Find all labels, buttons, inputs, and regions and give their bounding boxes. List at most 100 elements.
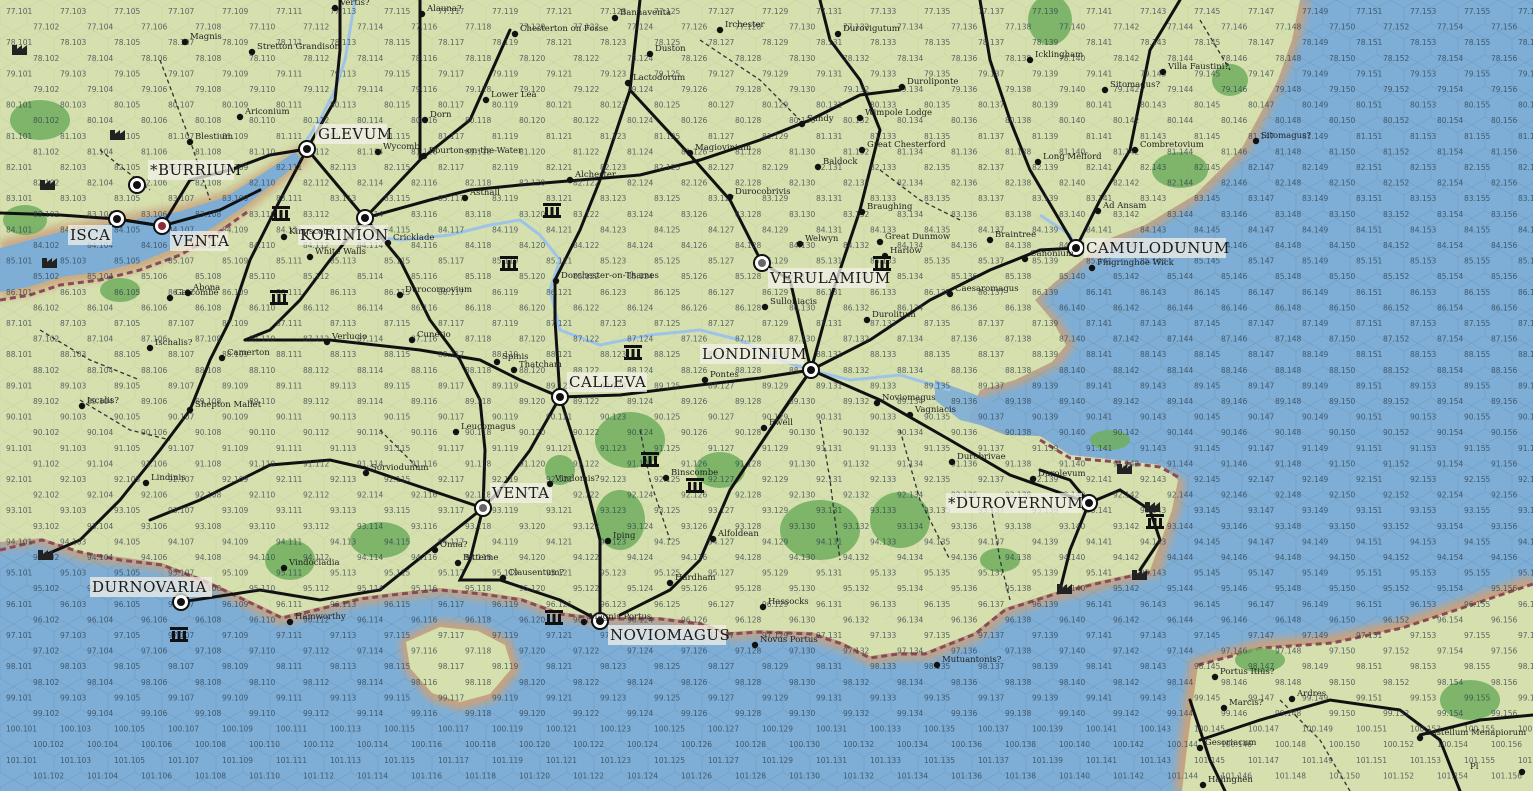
town-dot [511, 30, 519, 38]
town[interactable]: Caesaromagus [946, 284, 1019, 298]
town[interactable]: Camerton [218, 348, 270, 362]
town[interactable]: Bannaventa [611, 8, 671, 22]
town[interactable]: Sandy [798, 114, 834, 128]
town-dot [384, 239, 392, 247]
town[interactable]: Bitterne [454, 553, 499, 567]
town[interactable]: Duroliponte [898, 77, 959, 91]
town[interactable]: Magnis [181, 32, 222, 46]
town[interactable]: Fingringhoe Wick [1088, 258, 1175, 272]
town[interactable]: Villa Faustini? [1159, 62, 1230, 76]
town[interactable]: Novus Portus [751, 635, 818, 649]
town-dot [331, 4, 339, 12]
town-label: Irchester [725, 20, 765, 30]
town[interactable]: Portus Itius? [1211, 667, 1275, 681]
town[interactable]: Stretton Grandison [248, 42, 341, 56]
town[interactable]: Sorviodunum [362, 463, 429, 477]
city-verulamium[interactable]: VERULAMIUM [753, 254, 891, 288]
city-burrium[interactable]: *BURRIUM [128, 160, 242, 194]
town[interactable]: Iping [604, 531, 636, 545]
town[interactable]: Iscalis? [78, 396, 120, 410]
town[interactable]: Long Melford [1034, 152, 1102, 166]
town[interactable]: Canonium [1021, 249, 1074, 263]
town[interactable]: Blestium [186, 132, 233, 146]
town[interactable]: Alfoldean [709, 529, 760, 543]
town[interactable]: Durocornovium [396, 285, 472, 299]
town[interactable]: Gesoriacum [1196, 738, 1257, 752]
town[interactable]: Lindinis [142, 473, 186, 487]
town[interactable]: Baldock [814, 157, 859, 171]
town[interactable]: Durolevum [1029, 469, 1086, 483]
town[interactable]: Alchester [566, 170, 617, 184]
town[interactable]: Mutuantonis? [933, 655, 1002, 669]
city-label: VENTA [171, 232, 229, 250]
town[interactable]: Sulloniacis [761, 297, 817, 311]
town[interactable]: Wimpole Lodge [856, 108, 932, 122]
factory-icon [110, 130, 125, 140]
town[interactable]: Ewell [760, 418, 793, 432]
town[interactable]: Thatcham [510, 360, 562, 374]
town[interactable]: Ischalis? [146, 338, 193, 352]
town[interactable]: Durolitum [863, 310, 916, 324]
town[interactable]: Icklingham [1026, 50, 1083, 64]
town[interactable]: Braintree [986, 230, 1036, 244]
town[interactable]: Pontes [701, 370, 739, 384]
town[interactable]: Durocobrivis [726, 187, 791, 201]
town[interactable]: Dorchester-on-Thames [552, 271, 659, 285]
town[interactable]: Onna? [431, 540, 468, 554]
town[interactable]: Hamworthy [286, 612, 346, 626]
town[interactable]: Sitomagus? [1101, 80, 1161, 94]
town[interactable]: Ardres [1288, 689, 1326, 703]
town[interactable]: Lactodorum [624, 73, 685, 87]
town[interactable]: Asthall [461, 188, 500, 202]
town[interactable]: Marcis? [1220, 698, 1264, 712]
town[interactable]: Hassocks [759, 597, 809, 611]
town[interactable]: Duston [646, 44, 686, 58]
town[interactable]: Vagniacis [906, 405, 956, 419]
town[interactable]: Shepton Mallet [186, 400, 262, 414]
town[interactable]: Alauna? [418, 4, 462, 18]
town[interactable]: Halinghen [1199, 775, 1254, 789]
town[interactable]: Magiovinium [686, 143, 751, 157]
temple-icon [170, 627, 188, 642]
town[interactable]: Chesterton on Fosse [511, 24, 608, 38]
map-canvas[interactable]: 77.101 77.102 77.103 77.104 77.105 77.106 77.1… [0, 0, 1533, 791]
town[interactable]: Combretovium [1131, 140, 1204, 154]
city-camulodunum[interactable]: CAMULODUNUM [1067, 238, 1230, 258]
town[interactable]: Great Dunmow [876, 232, 951, 246]
city-venta-west[interactable]: VENTA [153, 217, 229, 251]
town[interactable]: Pl [1470, 762, 1526, 776]
town-dot [1288, 695, 1296, 703]
town-label: Chesterton on Fosse [520, 24, 608, 34]
town[interactable]: Durobrivae [948, 452, 1006, 466]
town[interactable]: Sitomagus? [1252, 131, 1312, 145]
town[interactable]: Castellum Menapiorum [1416, 728, 1526, 742]
city-calleva[interactable]: CALLEVA [551, 372, 647, 406]
town[interactable]: Vindomis? [546, 474, 600, 488]
town[interactable]: Leucomagus [452, 422, 516, 436]
town[interactable]: Dorn [421, 110, 452, 124]
town[interactable]: Welwyn [796, 234, 839, 248]
town[interactable]: Bourton-on-the-Water [420, 146, 523, 160]
town[interactable]: Cricklade [384, 233, 435, 247]
town[interactable]: Hardham [666, 573, 716, 587]
town-dot [662, 474, 670, 482]
town[interactable]: Irchester [716, 20, 766, 34]
town[interactable]: Durovigutum [834, 24, 900, 38]
town[interactable]: White Walls [306, 247, 366, 261]
town-label: Caesaromagus [955, 284, 1019, 294]
town[interactable]: Vertis? [331, 0, 370, 12]
town[interactable]: Braughing [858, 202, 913, 216]
town[interactable]: Vindocladia [280, 558, 340, 572]
city-isca[interactable]: ISCA [68, 210, 126, 245]
town[interactable]: Verlucio [323, 332, 367, 346]
city-durnovaria[interactable]: DURNOVARIA [90, 577, 212, 611]
town[interactable]: Lower Lea [482, 90, 537, 104]
town[interactable]: Ariconium [236, 107, 290, 121]
town[interactable]: Clausentum? [499, 568, 565, 582]
city-venta-south[interactable]: VENTA [474, 483, 552, 517]
town[interactable]: Cunetio [408, 330, 451, 344]
town[interactable]: Great Chesterford [858, 140, 946, 154]
town-label: Hardham [675, 573, 716, 583]
town[interactable]: Ad Ansam [1094, 201, 1147, 215]
city-durovernum[interactable]: *DUROVERNUM [946, 493, 1098, 513]
